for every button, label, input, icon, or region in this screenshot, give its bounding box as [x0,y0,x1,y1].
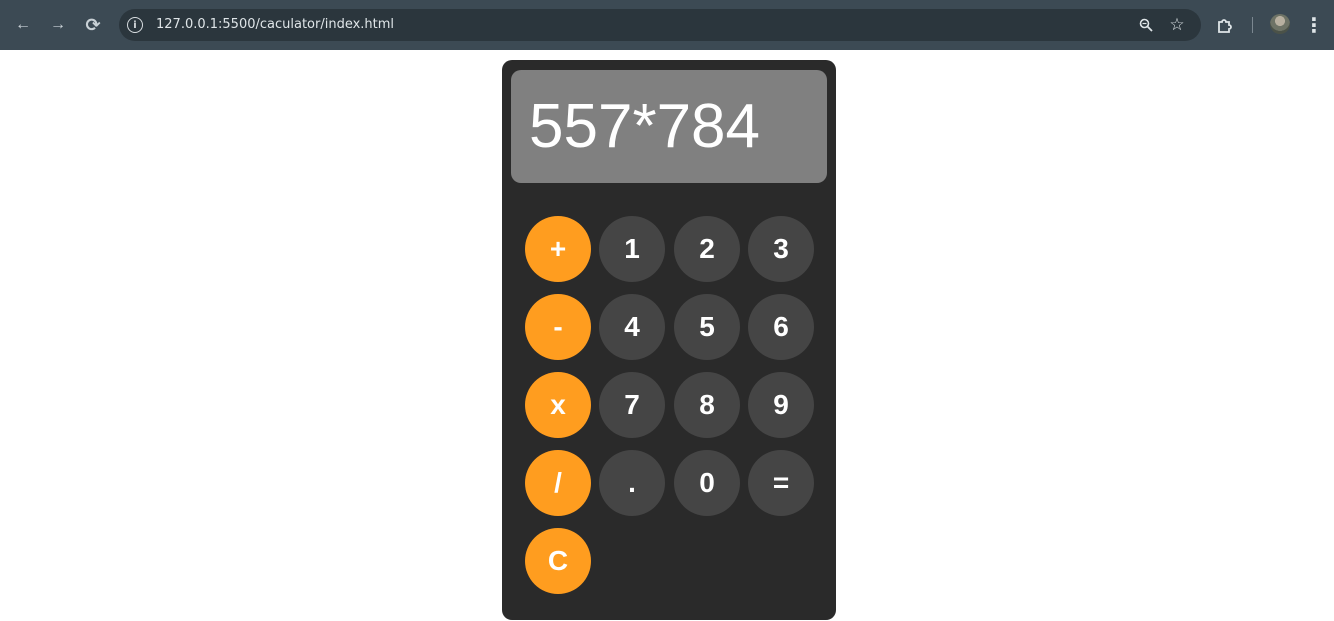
back-button[interactable]: ← [12,14,34,36]
divide-button[interactable]: / [525,450,591,516]
digit-5-button[interactable]: 5 [674,294,740,360]
calculator-display: 557*784 [511,70,827,183]
toolbar-divider [1252,17,1253,33]
digit-8-button[interactable]: 8 [674,372,740,438]
zoom-icon[interactable] [1137,16,1155,34]
digit-0-button[interactable]: 0 [674,450,740,516]
extensions-icon[interactable] [1214,14,1236,36]
digit-3-button[interactable]: 3 [748,216,814,282]
digit-7-button[interactable]: 7 [599,372,665,438]
forward-arrow-icon: → [50,16,66,33]
multiply-button[interactable]: x [525,372,591,438]
reload-button[interactable]: ⟳ [82,14,104,36]
calculator: 557*784 + 1 2 3 - 4 5 6 x 7 8 9 / . 0 = … [502,60,836,620]
info-glyph: i [133,19,137,31]
equals-button[interactable]: = [748,450,814,516]
digit-6-button[interactable]: 6 [748,294,814,360]
decimal-point-button[interactable]: . [599,450,665,516]
back-arrow-icon: ← [15,16,31,33]
forward-button[interactable]: → [47,14,69,36]
bookmark-star-icon[interactable]: ☆ [1168,15,1186,34]
url-text[interactable]: 127.0.0.1:5500/caculator/index.html [156,17,394,32]
profile-avatar[interactable] [1270,14,1290,34]
digit-2-button[interactable]: 2 [674,216,740,282]
clear-button[interactable]: C [525,528,591,594]
minus-button[interactable]: - [525,294,591,360]
star-glyph: ☆ [1169,15,1185,34]
browser-toolbar: ← → ⟳ i 127.0.0.1:5500/caculator/index.h… [0,0,1334,50]
kebab-menu-icon: ⋮ [1304,14,1324,37]
digit-1-button[interactable]: 1 [599,216,665,282]
site-info-icon[interactable]: i [127,17,143,33]
digit-4-button[interactable]: 4 [599,294,665,360]
browser-menu-button[interactable]: ⋮ [1303,14,1325,37]
address-bar[interactable]: i 127.0.0.1:5500/caculator/index.html ☆ [119,9,1201,41]
digit-9-button[interactable]: 9 [748,372,814,438]
reload-icon: ⟳ [85,14,101,35]
plus-button[interactable]: + [525,216,591,282]
